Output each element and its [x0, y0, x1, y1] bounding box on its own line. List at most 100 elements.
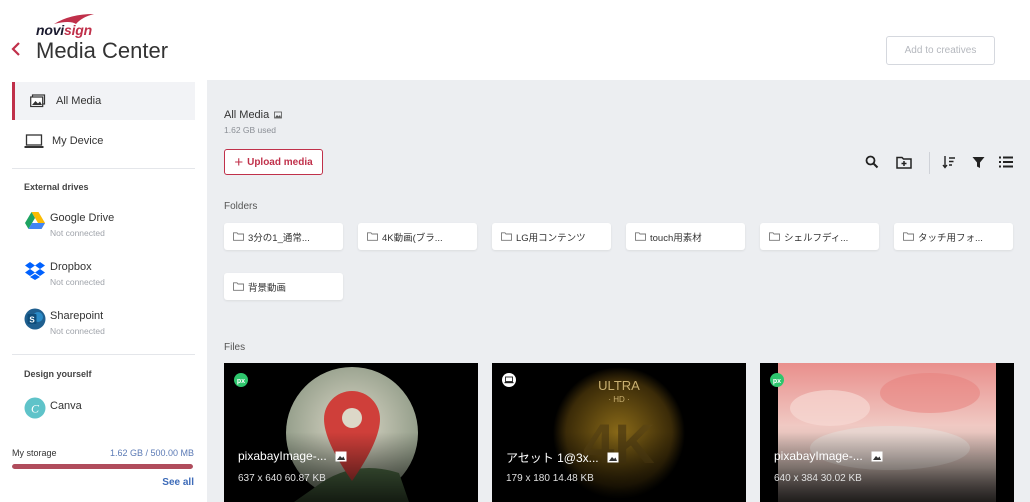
folder-icon	[233, 282, 244, 291]
header: novisign Media Center Add to creatives	[0, 0, 1030, 80]
external-drives-title: External drives	[24, 182, 89, 192]
add-to-creatives-button[interactable]: Add to creatives	[886, 36, 995, 65]
folder-item[interactable]: LG用コンテンツ	[492, 223, 611, 250]
design-tool-name: Canva	[50, 400, 82, 412]
sidebar-item-my-device[interactable]: My Device	[12, 122, 195, 160]
folder-icon	[367, 232, 378, 241]
image-type-icon	[335, 451, 347, 461]
page-title: Media Center	[36, 38, 169, 63]
folder-icon	[903, 232, 914, 241]
svg-text:px: px	[237, 378, 245, 385]
laptop-icon	[24, 132, 44, 150]
file-meta: 637 x 640 60.87 KB	[238, 473, 326, 484]
canva-icon: C	[24, 397, 46, 419]
drive-dropbox[interactable]: Dropbox Not connected	[24, 257, 194, 291]
image-library-icon	[28, 92, 48, 110]
divider	[12, 168, 195, 169]
toolbar-divider	[929, 152, 930, 174]
storage-progress-fill	[12, 464, 193, 469]
folder-name: 4K動画(ブラ...	[382, 232, 443, 244]
file-name-row: pixabayImage-...	[238, 449, 347, 463]
thumbnail-shade	[224, 432, 478, 502]
image-folder-icon	[274, 111, 283, 119]
files-section-title: Files	[224, 342, 246, 353]
main-content: All Media 1.62 GB used + Upload media Fo…	[207, 80, 1030, 502]
file-meta: 640 x 384 30.02 KB	[774, 473, 862, 484]
breadcrumb: All Media	[224, 109, 283, 121]
sidebar-item-label: My Device	[52, 135, 104, 147]
thumbnail-shade	[760, 432, 1014, 502]
folder-name: LG用コンテンツ	[516, 232, 586, 244]
list-view-icon[interactable]	[998, 154, 1014, 170]
folder-name: シェルフディ...	[784, 232, 849, 244]
sidebar-item-all-media[interactable]: All Media	[12, 82, 195, 120]
drive-sharepoint[interactable]: S Sharepoint Not connected	[24, 306, 194, 340]
drive-status: Not connected	[50, 326, 105, 336]
file-meta: 179 x 180 14.48 KB	[506, 473, 594, 484]
storage-value: 1.62 GB / 500.00 MB	[109, 448, 194, 458]
upload-media-button[interactable]: + Upload media	[224, 149, 323, 175]
plus-icon: +	[234, 153, 244, 171]
drive-status: Not connected	[50, 277, 105, 287]
file-card[interactable]: px pixabayImage-... 640 x 384 30.02 KB	[760, 363, 1014, 502]
novisign-logo: novisign	[36, 12, 100, 38]
file-name: pixabayImage-...	[238, 449, 327, 463]
divider	[12, 354, 195, 355]
storage-label: My storage	[12, 448, 57, 458]
folder-icon	[769, 232, 780, 241]
pixabay-badge-icon: px	[770, 373, 784, 387]
svg-text:C: C	[31, 402, 40, 416]
sort-icon[interactable]	[941, 154, 957, 170]
file-card[interactable]: px pixabayImage-... 637 x 640 60.87 KB	[224, 363, 478, 502]
sharepoint-icon: S	[24, 308, 46, 330]
folder-icon	[501, 232, 512, 241]
drive-name: Dropbox	[50, 261, 92, 273]
drive-google-drive[interactable]: Google Drive Not connected	[24, 208, 194, 242]
file-name-row: アセット 1@3x...	[506, 449, 619, 466]
folder-item[interactable]: touch用素材	[626, 223, 745, 250]
folder-item[interactable]: 背景動画	[224, 273, 343, 300]
google-drive-icon	[25, 212, 45, 229]
image-type-icon	[871, 451, 883, 461]
image-type-icon	[607, 452, 619, 463]
breadcrumb-label: All Media	[224, 109, 270, 121]
folder-name: 背景動画	[248, 282, 287, 294]
drive-status: Not connected	[50, 228, 105, 238]
upload-media-label: Upload media	[247, 156, 313, 168]
folder-name: 3分の1_通常...	[248, 232, 310, 244]
filter-icon[interactable]	[970, 154, 986, 170]
design-tool-canva[interactable]: C Canva	[24, 395, 194, 429]
thumbnail-shade	[492, 432, 746, 502]
new-folder-icon[interactable]	[896, 154, 912, 170]
search-icon[interactable]	[864, 154, 880, 170]
device-badge-icon	[502, 373, 516, 387]
sidebar: All Media My Device External drives Goog…	[0, 80, 207, 502]
folder-name: タッチ用フォ...	[918, 232, 983, 244]
folder-name: touch用素材	[650, 232, 702, 244]
file-name-row: pixabayImage-...	[774, 449, 883, 463]
file-card[interactable]: ULTRA · HD · 4K アセット 1@3x... 179 x 180 1…	[492, 363, 746, 502]
file-name: pixabayImage-...	[774, 449, 863, 463]
drive-name: Google Drive	[50, 212, 115, 224]
folder-item[interactable]: 3分の1_通常...	[224, 223, 343, 250]
logo-text: novisign	[36, 22, 92, 38]
storage-used: 1.62 GB used	[224, 125, 276, 135]
storage-progress-bar	[12, 464, 193, 469]
thumb-text-ultra: ULTRA	[598, 378, 640, 393]
folder-item[interactable]: タッチ用フォ...	[894, 223, 1013, 250]
svg-text:px: px	[773, 378, 781, 385]
pixabay-badge-icon: px	[234, 373, 248, 387]
folder-item[interactable]: シェルフディ...	[760, 223, 879, 250]
folders-section-title: Folders	[224, 201, 258, 212]
back-chevron-icon[interactable]	[10, 40, 28, 62]
thumb-text-hd: · HD ·	[608, 395, 629, 404]
design-yourself-title: Design yourself	[24, 369, 92, 379]
dropbox-icon	[25, 262, 45, 280]
drive-name: Sharepoint	[50, 310, 104, 322]
folder-icon	[635, 232, 646, 241]
folder-icon	[233, 232, 244, 241]
svg-text:S: S	[29, 316, 35, 325]
sidebar-item-label: All Media	[56, 95, 102, 107]
see-all-link[interactable]: See all	[162, 477, 194, 488]
folder-item[interactable]: 4K動画(ブラ...	[358, 223, 477, 250]
